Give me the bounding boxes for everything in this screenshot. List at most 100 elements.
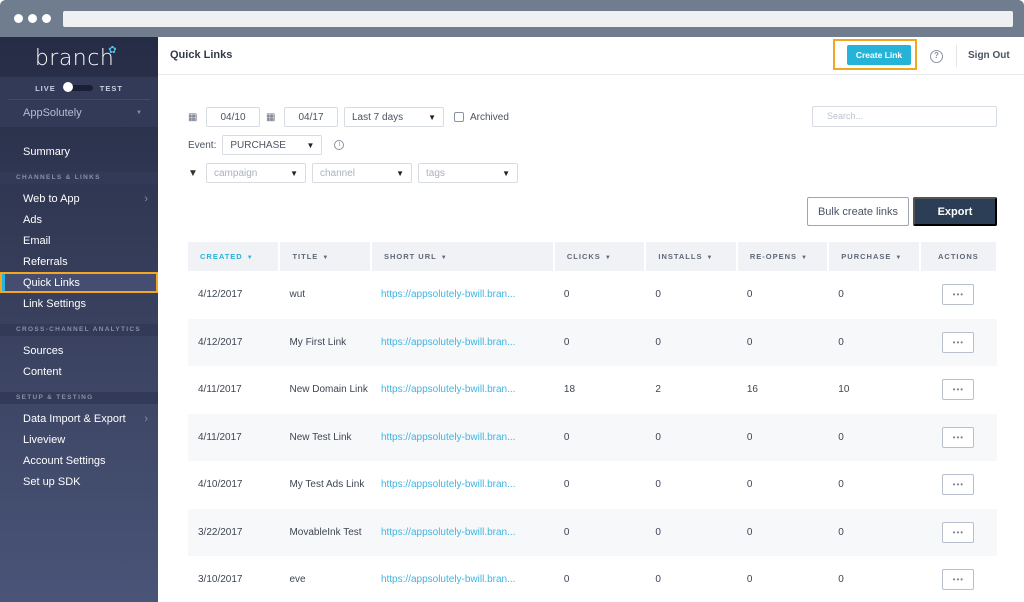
column-header-re-opens[interactable]: RE-OPENS ▼	[736, 242, 830, 271]
cell-title: wut	[289, 289, 306, 301]
more-actions-button[interactable]: •••	[942, 426, 975, 448]
search-input[interactable]: Search...	[812, 106, 997, 127]
cell-actions: •••	[920, 556, 997, 602]
event-select[interactable]: PURCHASE ▼	[222, 135, 323, 155]
more-actions-button[interactable]: •••	[942, 474, 975, 496]
export-button[interactable]: Export	[913, 197, 997, 226]
browser-window: branch✿ LIVE TEST AppSolutely ▼ Summary …	[0, 0, 1024, 602]
cell-installs: 0	[645, 508, 737, 556]
cell-url[interactable]: https://appsolutely-bwill.bran...	[370, 318, 554, 366]
sidebar-section-header: SETUP & TESTING	[0, 392, 158, 404]
more-actions-button[interactable]: •••	[942, 521, 975, 543]
cell-actions: •••	[920, 366, 997, 414]
more-actions-button[interactable]: •••	[942, 284, 975, 306]
cell-created: 4/11/2017	[188, 413, 280, 461]
sidebar-item-referrals[interactable]: Referrals	[0, 251, 158, 272]
cell-purchase: 0	[838, 479, 844, 491]
column-header-installs[interactable]: INSTALLS ▼	[645, 242, 738, 271]
info-icon[interactable]: i	[334, 140, 345, 150]
sidebar-item-account-settings[interactable]: Account Settings	[0, 450, 158, 471]
help-icon[interactable]: ?	[930, 50, 943, 63]
calendar-icon[interactable]: ▦	[266, 112, 278, 123]
cell-url[interactable]: https://appsolutely-bwill.bran...	[370, 413, 554, 461]
caret-down-icon: ▼	[502, 168, 510, 178]
start-date-input[interactable]: 04/10	[206, 107, 260, 127]
cell-clicks: 0	[553, 508, 646, 556]
sort-icon: ▼	[440, 255, 448, 261]
env-test-label: TEST	[99, 83, 123, 93]
channel-select[interactable]: channel ▼	[312, 163, 412, 183]
cell-created: 3/22/2017	[188, 508, 280, 556]
sidebar-item-set-up-sdk[interactable]: Set up SDK	[0, 471, 158, 492]
cell-url[interactable]: https://appsolutely-bwill.bran...	[371, 366, 554, 414]
chevron-right-icon: ›	[144, 192, 148, 205]
event-label: Event:	[188, 139, 217, 151]
cell-url[interactable]: https://appsolutely-bwill.bran...	[371, 271, 554, 319]
caret-down-icon: ▼	[428, 112, 436, 122]
toggle-switch[interactable]	[62, 82, 93, 92]
sidebar-item-sources[interactable]: Sources	[0, 340, 158, 361]
archived-checkbox[interactable]	[454, 112, 464, 122]
cell-url[interactable]: https://appsolutely-bwill.bran...	[371, 461, 554, 509]
sidebar-item-summary[interactable]: Summary	[0, 141, 158, 162]
env-toggle[interactable]: LIVE TEST	[0, 77, 158, 99]
cell-installs: 0	[645, 318, 737, 366]
sidebar-item-quick-links[interactable]: Quick Links	[0, 272, 158, 293]
window-controls[interactable]	[14, 14, 51, 23]
column-header-purchase[interactable]: PURCHASE ▼	[828, 242, 921, 271]
column-header-title[interactable]: TITLE ▼	[279, 242, 372, 271]
sidebar-item-liveview[interactable]: Liveview	[0, 429, 158, 450]
cell-title: New Test Link	[279, 413, 371, 461]
campaign-select[interactable]: campaign ▼	[206, 163, 306, 183]
end-date-input[interactable]: 04/17	[284, 107, 338, 127]
cell-title: My Test Ads Link	[289, 479, 365, 491]
more-actions-button[interactable]: •••	[942, 331, 975, 353]
sidebar-item-data-import-export[interactable]: Data Import & Export ›	[0, 408, 158, 429]
cell-reopens: 16	[746, 384, 758, 396]
column-header-clicks[interactable]: CLICKS ▼	[553, 242, 647, 271]
more-actions-button[interactable]: •••	[942, 379, 975, 401]
cell-created: 4/12/2017	[198, 289, 243, 301]
address-bar[interactable]	[63, 11, 1013, 27]
tags-select[interactable]: tags ▼	[418, 163, 518, 183]
cell-purchase: 0	[838, 289, 844, 301]
calendar-icon[interactable]: ▦	[188, 112, 200, 123]
sidebar-item-email[interactable]: Email	[0, 230, 158, 251]
cell-clicks: 0	[553, 413, 646, 461]
cell-actions: •••	[919, 508, 997, 556]
create-link-highlight: Create Link	[833, 39, 917, 70]
column-header-short-url[interactable]: SHORT URL ▼	[370, 242, 555, 271]
sidebar-item-label: Sources	[23, 344, 64, 357]
sign-out-link[interactable]: Sign Out	[968, 50, 1010, 61]
sort-icon: ▼	[604, 255, 612, 261]
cell-url[interactable]: https://appsolutely-bwill.bran...	[370, 508, 554, 556]
sidebar-item-label: Web to App	[23, 192, 80, 205]
column-header-actions: ACTIONS	[919, 242, 999, 271]
main-content: Quick Links Create Link ? Sign Out ▦ 04/…	[158, 37, 1024, 602]
app-selector[interactable]: AppSolutely ▼	[8, 99, 150, 125]
cell-reopens: 0	[736, 318, 829, 366]
cell-actions: •••	[919, 318, 997, 366]
sidebar-item-web-to-app[interactable]: Web to App ›	[0, 188, 158, 209]
cell-purchase: 0	[828, 508, 920, 556]
cell-url[interactable]: https://appsolutely-bwill.bran...	[371, 556, 554, 602]
branch-logo[interactable]: branch✿	[0, 37, 158, 73]
column-header-created[interactable]: CREATED ▼	[188, 242, 281, 271]
table-row: 4/10/2017 My Test Ads Link https://appsolu…	[188, 461, 997, 509]
cell-reopens: 0	[746, 574, 753, 586]
filter-panel: ▦ 04/10 ▦ 04/17 Last 7 days ▼ Archived Ev…	[188, 107, 518, 191]
bulk-create-links-button[interactable]: Bulk create links	[807, 197, 909, 226]
more-actions-button[interactable]: •••	[942, 569, 975, 591]
sort-icon: ▼	[322, 255, 330, 261]
chevron-right-icon: ›	[144, 412, 148, 425]
sidebar-item-ads[interactable]: Ads	[0, 209, 158, 230]
sidebar-item-label: Ads	[23, 213, 42, 226]
sidebar-item-content[interactable]: Content	[0, 361, 158, 382]
page-title: Quick Links	[170, 49, 233, 61]
cell-title: eve	[289, 574, 306, 586]
cell-reopens: 0	[746, 289, 753, 301]
date-range-select[interactable]: Last 7 days ▼	[344, 107, 444, 127]
create-link-button[interactable]: Create Link	[847, 45, 911, 65]
sidebar-item-link-settings[interactable]: Link Settings	[0, 293, 158, 314]
divider	[956, 45, 957, 67]
